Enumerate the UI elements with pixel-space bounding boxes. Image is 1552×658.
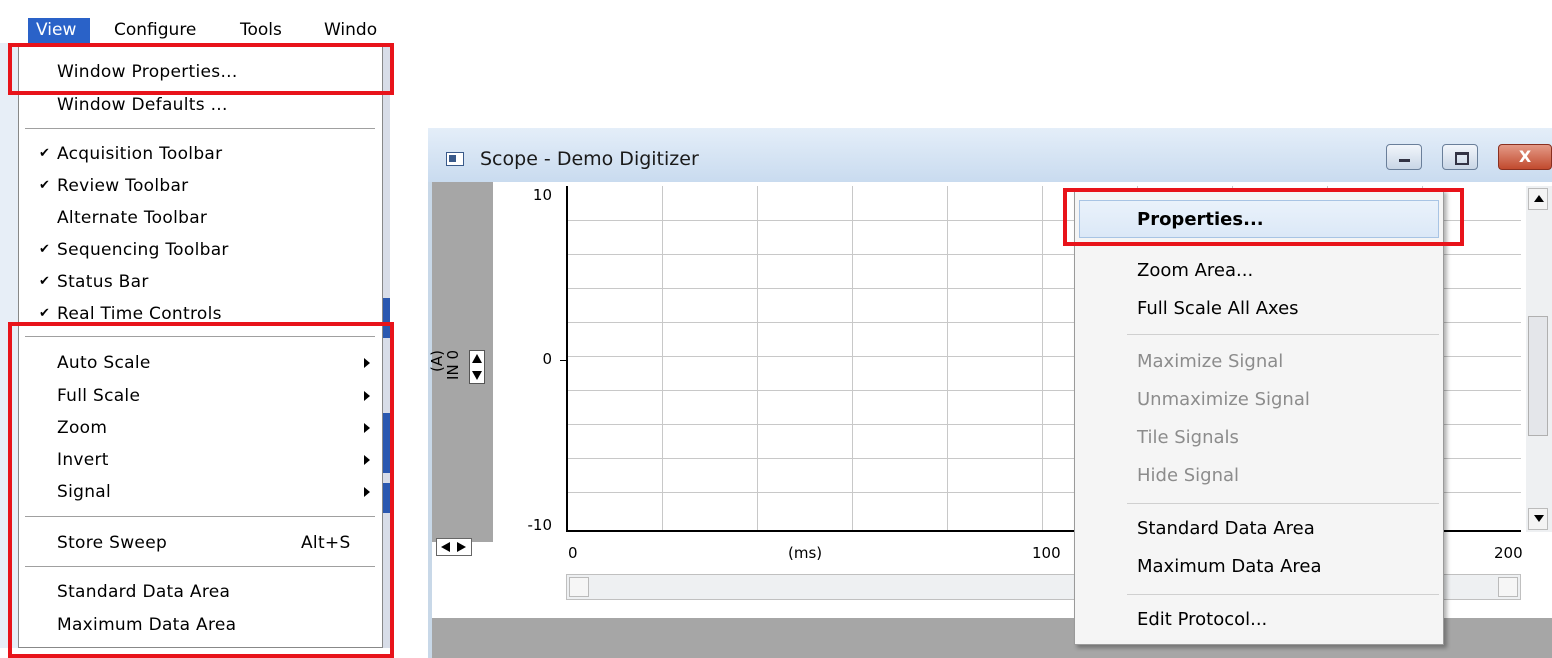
window-icon	[446, 152, 464, 166]
arrow-right-icon[interactable]	[457, 542, 466, 552]
menu-separator	[1127, 503, 1439, 504]
context-item-full-scale-all-axes[interactable]: Full Scale All Axes	[1075, 290, 1443, 328]
scroll-up-button[interactable]	[1528, 188, 1548, 210]
arrow-down-icon	[1534, 515, 1544, 522]
context-item-zoom-area[interactable]: Zoom Area...	[1075, 252, 1443, 290]
highlight-box-properties	[1063, 188, 1464, 246]
scroll-left-button[interactable]	[569, 577, 589, 597]
context-item-standard-data-area[interactable]: Standard Data Area	[1075, 510, 1443, 548]
signal-label-panel: IN 0 (A)	[428, 182, 493, 542]
minimize-button[interactable]	[1386, 144, 1422, 170]
menu-item-review-toolbar[interactable]: ✔ Review Toolbar	[19, 170, 382, 202]
close-icon: X	[1518, 147, 1532, 166]
arrow-down-icon[interactable]	[472, 371, 482, 380]
menu-item-acquisition-toolbar[interactable]: ✔ Acquisition Toolbar	[19, 138, 382, 170]
menu-configure[interactable]: Configure	[106, 18, 204, 43]
window-title: Scope - Demo Digitizer	[480, 148, 699, 170]
menu-separator	[25, 128, 375, 130]
context-menu: Properties... Zoom Area... Full Scale Al…	[1074, 189, 1444, 645]
menu-separator	[1127, 334, 1439, 335]
menu-item-sequencing-toolbar[interactable]: ✔ Sequencing Toolbar	[19, 234, 382, 266]
y-tick-label: 10	[532, 186, 552, 204]
x-axis-units: (ms)	[788, 544, 823, 562]
vertical-scrollbar[interactable]	[1526, 186, 1552, 532]
close-button[interactable]: X	[1498, 144, 1552, 170]
y-axis-tick	[560, 360, 566, 361]
time-scale-buttons[interactable]	[436, 538, 472, 556]
y-tick-label: 0	[542, 350, 552, 368]
context-item-maximum-data-area[interactable]: Maximum Data Area	[1075, 548, 1443, 586]
menu-tools[interactable]: Tools	[232, 18, 290, 43]
checkmark-icon: ✔	[39, 274, 51, 289]
checkmark-icon: ✔	[39, 178, 51, 193]
x-tick-label: 0	[568, 544, 578, 562]
checkmark-icon: ✔	[39, 146, 51, 161]
arrow-up-icon	[1534, 195, 1544, 202]
menu-item-alternate-toolbar[interactable]: Alternate Toolbar	[19, 202, 382, 234]
menu-window[interactable]: Windo	[316, 18, 394, 43]
context-item-edit-protocol[interactable]: Edit Protocol...	[1075, 601, 1443, 639]
menubar: View Configure Tools Windo	[0, 18, 390, 43]
title-bar: Scope - Demo Digitizer X	[428, 128, 1552, 182]
menu-item-status-bar[interactable]: ✔ Status Bar	[19, 266, 382, 298]
y-tick-label: -10	[527, 516, 553, 534]
highlight-box-window-properties	[8, 43, 394, 95]
context-item-hide-signal[interactable]: Hide Signal	[1075, 457, 1443, 495]
scroll-down-button[interactable]	[1528, 508, 1548, 530]
arrow-left-icon[interactable]	[441, 542, 450, 552]
context-item-tile-signals[interactable]: Tile Signals	[1075, 419, 1443, 457]
maximize-button[interactable]	[1442, 144, 1478, 170]
x-tick-label: 100	[1032, 544, 1061, 562]
menu-separator	[1127, 594, 1439, 595]
highlight-box-view-options	[8, 322, 394, 658]
x-tick-label: 200	[1494, 544, 1523, 562]
signal-unit-label: (A)	[428, 350, 446, 372]
scroll-thumb[interactable]	[1528, 316, 1548, 436]
context-item-maximize-signal[interactable]: Maximize Signal	[1075, 343, 1443, 381]
context-item-unmaximize-signal[interactable]: Unmaximize Signal	[1075, 381, 1443, 419]
checkmark-icon: ✔	[39, 242, 51, 257]
arrow-up-icon[interactable]	[472, 354, 482, 363]
menu-view[interactable]: View	[28, 18, 90, 43]
scroll-right-button[interactable]	[1498, 577, 1518, 597]
signal-scale-spinner[interactable]	[469, 350, 485, 384]
